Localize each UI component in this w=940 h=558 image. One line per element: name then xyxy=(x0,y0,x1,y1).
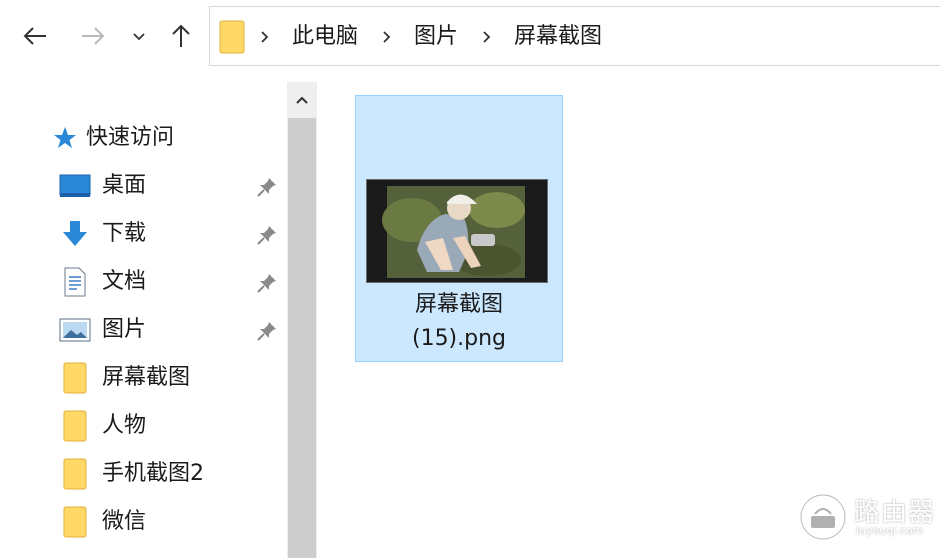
nav-label: 微信 xyxy=(102,509,147,534)
folder-icon xyxy=(219,20,245,54)
nav-item-screenshots[interactable]: 屏幕截图 xyxy=(0,356,286,400)
file-name-line: (15).png xyxy=(411,326,507,351)
arrow-left-icon xyxy=(23,27,46,45)
folder-icon xyxy=(58,410,92,442)
download-icon xyxy=(58,218,92,250)
breadcrumb-screenshots[interactable]: 屏幕截图 xyxy=(512,19,604,55)
nav-quick-access[interactable]: 快速访问 xyxy=(0,116,286,160)
chevron-right-icon xyxy=(261,31,269,43)
image-thumbnail xyxy=(367,180,547,282)
forward-button[interactable] xyxy=(74,16,112,56)
breadcrumb-separator[interactable] xyxy=(256,23,272,51)
pin-icon[interactable] xyxy=(256,320,278,342)
folder-icon xyxy=(58,458,92,490)
file-name[interactable]: 屏幕截图 (15).png xyxy=(356,288,562,356)
nav-item-desktop[interactable]: 桌面 xyxy=(0,164,286,208)
nav-label: 图片 xyxy=(102,317,147,342)
nav-item-phone-screenshots[interactable]: 手机截图2 xyxy=(0,452,286,496)
breadcrumb-separator[interactable] xyxy=(378,23,394,51)
star-icon xyxy=(48,122,82,154)
nav-label: 手机截图2 xyxy=(102,461,204,486)
nav-label: 屏幕截图 xyxy=(102,365,191,390)
scrollbar-thumb[interactable] xyxy=(288,118,316,558)
pin-icon[interactable] xyxy=(256,224,278,246)
breadcrumb-pictures[interactable]: 图片 xyxy=(412,19,460,55)
folder-icon xyxy=(58,362,92,394)
router-logo-icon xyxy=(800,494,846,540)
pin-icon[interactable] xyxy=(256,176,278,198)
file-item[interactable]: 屏幕截图 (15).png xyxy=(355,95,563,362)
watermark: 路由器 luyouqi.com xyxy=(798,490,938,544)
nav-label: 人物 xyxy=(102,413,147,438)
arrow-right-icon xyxy=(82,27,105,45)
pictures-icon xyxy=(58,314,92,346)
breadcrumb-this-pc[interactable]: 此电脑 xyxy=(290,19,360,55)
chevron-up-icon xyxy=(296,96,308,104)
arrow-up-icon xyxy=(172,24,190,47)
nav-item-pictures[interactable]: 图片 xyxy=(0,308,286,352)
navigation-bar: 此电脑 图片 屏幕截图 xyxy=(0,0,940,76)
chevron-right-icon xyxy=(483,31,491,43)
address-bar[interactable]: 此电脑 图片 屏幕截图 xyxy=(209,6,940,66)
desktop-icon xyxy=(58,170,92,202)
navigation-pane: 快速访问 桌面 下载 文档 图片 屏幕截图 人物 手机截图2 微信 xyxy=(0,76,288,558)
recent-locations-button[interactable] xyxy=(124,16,154,56)
nav-item-downloads[interactable]: 下载 xyxy=(0,212,286,256)
scroll-up-button[interactable] xyxy=(287,82,317,118)
breadcrumb-separator[interactable] xyxy=(478,23,494,51)
document-icon xyxy=(58,266,92,298)
watermark-subtext: luyouqi.com xyxy=(856,524,924,537)
chevron-down-icon xyxy=(133,33,145,41)
nav-item-documents[interactable]: 文档 xyxy=(0,260,286,304)
nav-item-people[interactable]: 人物 xyxy=(0,404,286,448)
nav-label: 文档 xyxy=(102,269,147,294)
nav-item-wechat[interactable]: 微信 xyxy=(0,500,286,544)
nav-label: 桌面 xyxy=(102,173,147,198)
pin-icon[interactable] xyxy=(256,272,278,294)
back-button[interactable] xyxy=(16,16,54,56)
nav-label: 下载 xyxy=(102,221,147,246)
folder-icon xyxy=(58,506,92,538)
file-name-line: 屏幕截图 xyxy=(414,292,503,317)
chevron-right-icon xyxy=(383,31,391,43)
nav-label: 快速访问 xyxy=(86,125,175,150)
up-button[interactable] xyxy=(162,16,200,56)
